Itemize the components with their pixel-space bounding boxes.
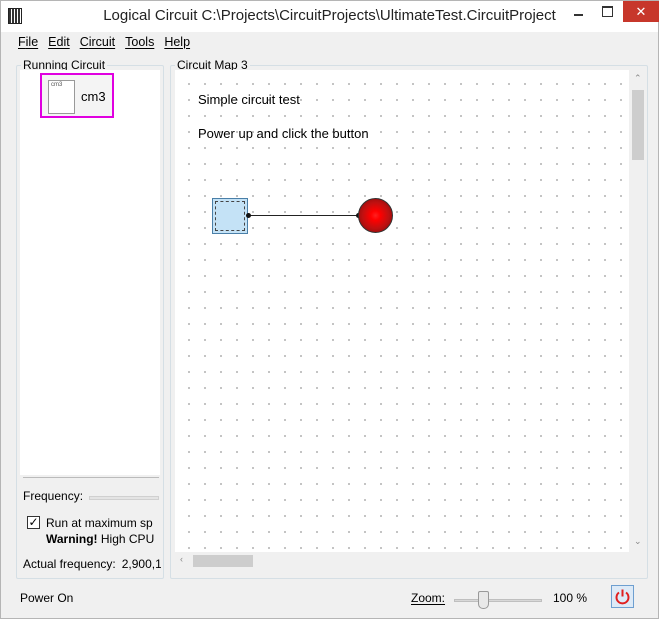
power-icon bbox=[615, 589, 630, 605]
scroll-down-icon[interactable]: ⌄ bbox=[634, 536, 642, 547]
actual-frequency: Actual frequency: 2,900,1 bbox=[23, 557, 161, 571]
vertical-scroll-thumb[interactable] bbox=[632, 90, 644, 160]
run-max-label[interactable]: Run at maximum sp bbox=[46, 516, 158, 530]
menu-bar: File Edit Circuit Tools Help bbox=[1, 33, 658, 53]
actual-frequency-label: Actual frequency: bbox=[23, 557, 116, 571]
vertical-scrollbar[interactable]: ⌃ ⌄ bbox=[629, 70, 646, 552]
menu-help-key: H bbox=[164, 35, 174, 49]
menu-edit-key: E bbox=[48, 35, 57, 49]
app-window: Logical Circuit C:\Projects\CircuitProje… bbox=[0, 0, 659, 619]
run-max-checkbox[interactable]: ✓ bbox=[27, 516, 40, 529]
circuit-item-cm3[interactable]: cm3 cm3 bbox=[40, 73, 114, 118]
frequency-slider[interactable] bbox=[89, 496, 159, 500]
circuit-canvas[interactable]: Simple circuit test Power up and click t… bbox=[175, 70, 629, 552]
circuit-map-group: Circuit Map 3 Simple circuit test Power … bbox=[170, 58, 648, 579]
frequency-label: Frequency: bbox=[23, 489, 84, 503]
maximize-button[interactable] bbox=[593, 1, 622, 22]
power-status: Power On bbox=[20, 591, 74, 605]
zoom-slider[interactable] bbox=[454, 599, 542, 602]
menu-edit[interactable]: Edit bbox=[43, 33, 75, 53]
menu-help-label: elp bbox=[173, 35, 191, 49]
warning-text: High CPU bbox=[97, 532, 155, 546]
title-bar: Logical Circuit C:\Projects\CircuitProje… bbox=[1, 1, 659, 32]
led-indicator[interactable] bbox=[358, 198, 393, 233]
close-button[interactable]: ✕ bbox=[623, 1, 659, 22]
warning-bold: Warning! bbox=[46, 532, 98, 546]
power-button[interactable] bbox=[611, 585, 634, 608]
menu-tools[interactable]: Tools bbox=[120, 33, 159, 53]
actual-frequency-value: 2,900,1 bbox=[121, 557, 161, 571]
menu-edit-label: dit bbox=[56, 35, 70, 49]
horizontal-scrollbar[interactable]: ‹ bbox=[175, 552, 629, 569]
canvas-text-instructions[interactable]: Power up and click the button bbox=[198, 126, 369, 141]
menu-help[interactable]: Help bbox=[159, 33, 195, 53]
menu-file-key: F bbox=[18, 35, 26, 49]
window-title: Logical Circuit C:\Projects\CircuitProje… bbox=[103, 7, 556, 24]
circuit-button[interactable] bbox=[212, 198, 248, 234]
zoom-slider-thumb[interactable] bbox=[478, 591, 489, 609]
menu-circuit[interactable]: Circuit bbox=[75, 33, 120, 53]
running-circuit-group: Running Circuit cm3 cm3 Frequency: ✓ Run… bbox=[16, 58, 164, 579]
divider bbox=[23, 477, 159, 478]
running-circuit-list[interactable]: cm3 cm3 bbox=[20, 70, 160, 475]
menu-circuit-label: ircuit bbox=[88, 35, 116, 49]
circuit-thumbnail: cm3 bbox=[48, 80, 75, 114]
wire[interactable] bbox=[248, 215, 358, 216]
zoom-value: 100 % bbox=[553, 591, 588, 605]
scroll-up-icon[interactable]: ⌃ bbox=[634, 73, 642, 84]
menu-file[interactable]: File bbox=[13, 33, 43, 53]
menu-tools-label: ools bbox=[131, 35, 155, 49]
output-pin[interactable] bbox=[246, 213, 251, 218]
menu-file-label: ile bbox=[25, 35, 39, 49]
canvas-text-title[interactable]: Simple circuit test bbox=[198, 92, 300, 107]
close-icon: ✕ bbox=[635, 3, 647, 19]
cpu-warning: Warning! High CPU bbox=[46, 532, 158, 546]
minimize-button[interactable] bbox=[564, 1, 593, 22]
scroll-left-icon[interactable]: ‹ bbox=[180, 554, 183, 564]
circuit-item-label: cm3 bbox=[81, 89, 106, 104]
zoom-label: Zoom: bbox=[411, 591, 446, 605]
status-bar: Power On Zoom: 100 % bbox=[1, 583, 658, 619]
menu-circuit-key: C bbox=[79, 35, 89, 49]
horizontal-scroll-thumb[interactable] bbox=[193, 555, 253, 567]
